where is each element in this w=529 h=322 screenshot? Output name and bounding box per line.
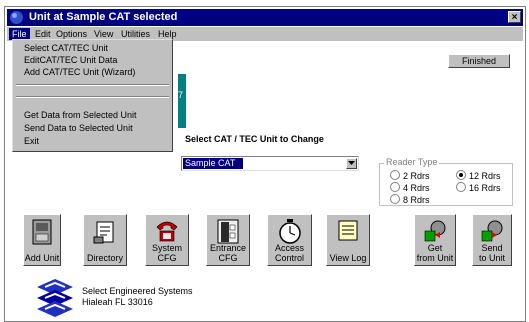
title-bar[interactable]: Unit at Sample CAT selected × [7,9,523,26]
system-cfg-label-1: System [151,243,182,253]
entrance-cfg-label-2: CFG [218,253,238,263]
send-to-unit-button[interactable]: Send to Unit [472,214,512,266]
radio-2-rdrs[interactable]: 2 Rdrs [390,170,430,181]
radio-circle [390,170,400,180]
unit-picker-heading: Select CAT / TEC Unit to Change [185,134,324,144]
radio-circle [390,182,400,192]
chevron-down-icon [348,161,355,165]
dropdown-arrow-button[interactable] [346,158,357,169]
unit-select-value: Sample CAT [183,158,243,169]
menu-select-unit[interactable]: Select CAT/TEC Unit [24,43,108,54]
reader-type-legend: Reader Type [384,157,440,167]
finished-button[interactable]: Finished [448,54,510,68]
get-from-unit-button[interactable]: Get from Unit [414,214,456,266]
menu-get-data[interactable]: Get Data from Selected Unit [24,110,137,121]
stopwatch-icon [278,219,301,244]
directory-label: Directory [86,253,123,263]
company-logo [37,279,73,317]
get-from-unit-label-2: from Unit [416,253,454,263]
radio-label: 8 Rdrs [403,195,430,205]
reader-type-group: Reader Type 2 Rdrs 4 Rdrs 8 Rdrs 12 Rdrs… [379,157,513,206]
directory-icon [93,221,114,244]
file-menu-dropdown: Select CAT/TEC Unit EditCAT/TEC Unit Dat… [12,39,173,152]
view-log-label: View Log [329,253,367,263]
window-title: Unit at Sample CAT selected [29,11,178,23]
radio-label: 16 Rdrs [469,183,501,193]
app-icon [10,11,23,24]
radio-12-rdrs[interactable]: 12 Rdrs [456,170,501,181]
company-name: Select Engineered Systems [82,286,193,296]
menu-separator [16,84,169,86]
radio-label: 4 Rdrs [403,183,430,193]
menu-separator [16,96,169,98]
send-to-unit-label-1: Send [481,243,503,253]
access-control-label-2: Control [274,253,304,263]
system-cfg-button[interactable]: System CFG [145,214,189,266]
company-info: Select Engineered Systems Hialeah FL 330… [82,286,193,308]
system-cfg-label-2: CFG [157,253,177,263]
company-address: Hialeah FL 33016 [82,297,153,307]
add-unit-button[interactable]: Add Unit [23,214,61,266]
radio-4-rdrs[interactable]: 4 Rdrs [390,182,430,193]
radio-label: 2 Rdrs [403,171,430,181]
door-icon [217,219,239,244]
access-control-label-1: Access [274,243,304,253]
menu-edit-unit-data[interactable]: EditCAT/TEC Unit Data [24,55,117,66]
entrance-cfg-button[interactable]: Entrance CFG [206,214,250,266]
unit-select[interactable]: Sample CAT [181,156,359,171]
teal-panel-label: 7 [178,90,184,100]
send-data-icon [481,220,503,242]
menu-add-unit-wizard[interactable]: Add CAT/TEC Unit (Wizard) [24,67,135,78]
radio-8-rdrs[interactable]: 8 Rdrs [390,194,430,205]
add-unit-label: Add Unit [24,253,60,263]
get-from-unit-label-1: Get [427,243,443,253]
teal-panel: 7 [178,74,186,128]
send-to-unit-label-2: to Unit [478,253,505,263]
menu-send-data[interactable]: Send Data to Selected Unit [24,123,133,134]
close-button[interactable]: × [508,11,521,23]
add-unit-icon [32,219,52,245]
log-icon [338,220,358,241]
get-data-icon [424,220,446,242]
view-log-button[interactable]: View Log [326,214,370,266]
radio-16-rdrs[interactable]: 16 Rdrs [456,182,501,193]
radio-circle [456,182,466,192]
phone-icon [156,221,178,242]
access-control-button[interactable]: Access Control [267,214,312,266]
radio-label: 12 Rdrs [469,171,501,181]
radio-circle-checked [456,170,466,180]
radio-circle [390,194,400,204]
directory-button[interactable]: Directory [83,214,127,266]
entrance-cfg-label-1: Entrance [209,243,247,253]
menu-exit[interactable]: Exit [24,136,39,147]
